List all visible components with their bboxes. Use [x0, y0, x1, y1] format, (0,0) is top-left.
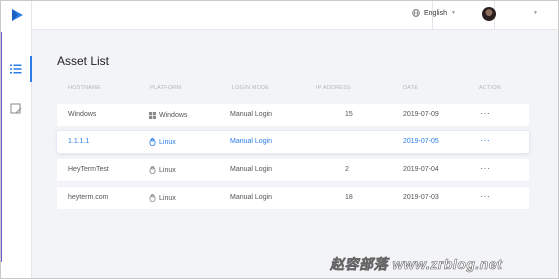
ip-address-cell: 2 [345, 166, 349, 173]
hostname-cell: HeyTermTest [68, 166, 109, 173]
login-mode-cell: Manual Login [230, 138, 273, 145]
hostname-cell: 1.1.1.1 [68, 138, 90, 145]
more-actions-icon[interactable]: ··· [480, 108, 491, 118]
hostname-cell: heyterm.com [68, 194, 109, 201]
linux-icon [148, 166, 156, 174]
date-cell: 2019-07-03 [403, 194, 439, 201]
login-mode-cell: Manual Login [230, 166, 273, 173]
rail-accent [0, 32, 2, 262]
table-row[interactable]: Windows Windows Manual Login 15 2019-07-… [57, 104, 529, 126]
login-mode-cell: Manual Login [230, 111, 273, 118]
date-cell: 2019-07-09 [403, 111, 439, 118]
platform-label: Windows [159, 111, 188, 119]
table-row[interactable]: 1.1.1.1 Linux Manual Login 2019-07-05 ··… [57, 131, 529, 153]
platform-label: Linux [159, 194, 176, 202]
edit-icon[interactable] [9, 102, 23, 116]
more-actions-icon[interactable]: ··· [480, 163, 491, 173]
sidebar [0, 0, 32, 279]
platform-cell: Linux [148, 194, 176, 202]
table-row[interactable]: HeyTermTest Linux Manual Login 2 2019-07… [57, 159, 529, 181]
linux-icon [148, 138, 156, 146]
hostname-cell: Windows [68, 111, 97, 118]
platform-label: Linux [159, 166, 176, 174]
more-actions-icon[interactable]: ··· [480, 191, 491, 201]
watermark: 赵容部落 www.zrblog.net [330, 256, 503, 273]
more-actions-icon[interactable]: ··· [480, 135, 491, 145]
platform-label: Linux [159, 138, 176, 146]
table-row[interactable]: heyterm.com Linux Manual Login 18 2019-0… [57, 187, 529, 209]
column-header-platform: PLATFORM [150, 85, 182, 91]
column-header-date: DATE [403, 85, 419, 91]
login-mode-cell: Manual Login [230, 194, 273, 201]
ip-address-cell: 18 [345, 194, 353, 201]
avatar[interactable] [482, 7, 496, 21]
globe-icon [412, 9, 420, 17]
date-cell: 2019-07-05 [403, 138, 439, 145]
nav-active-indicator [30, 56, 32, 82]
language-selector[interactable]: English ▼ [412, 9, 456, 17]
ip-address-cell: 15 [345, 111, 353, 118]
chevron-down-icon: ▼ [450, 10, 456, 16]
logo-icon[interactable] [10, 8, 24, 22]
top-bar [32, 0, 559, 30]
platform-cell: Linux [148, 166, 176, 174]
platform-cell: Linux [148, 138, 176, 146]
list-icon[interactable] [9, 62, 23, 76]
platform-cell: Windows [148, 111, 187, 119]
column-header-login-mode: LOGIN MODE [232, 85, 270, 91]
chevron-down-icon[interactable]: ▼ [533, 10, 538, 16]
page-title: Asset List [57, 54, 110, 68]
linux-icon [148, 194, 156, 202]
language-label: English [424, 9, 447, 17]
column-header-ip-address: IP ADDRESS [316, 85, 351, 91]
column-header-action: ACTION [479, 85, 501, 91]
column-header-hostname: HOSTNAME [68, 85, 101, 91]
date-cell: 2019-07-04 [403, 166, 439, 173]
windows-icon [148, 111, 156, 119]
